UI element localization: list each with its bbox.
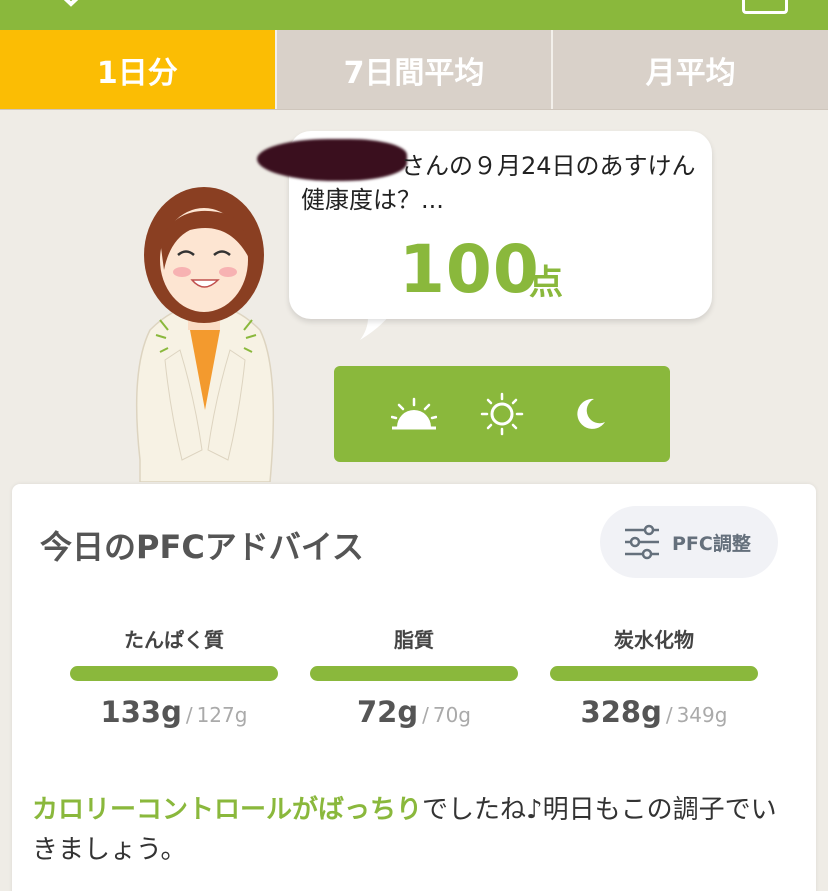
pfc-adjust-label: PFC調整 <box>672 532 751 555</box>
night-button[interactable] <box>565 389 615 439</box>
edit-icon[interactable] <box>742 0 788 14</box>
nutrient-values: 133g/127g <box>70 695 278 729</box>
nutrient-target: 127g <box>196 703 248 727</box>
nutrient-target: 349g <box>676 703 728 727</box>
nutrient-progress-bar <box>310 666 518 681</box>
nutrient-values: 328g/349g <box>550 695 758 729</box>
nutrient-protein: たんぱく質 133g/127g <box>70 624 278 729</box>
score-message: さんの９月24日のあすけん健康度は？... <box>301 152 696 214</box>
nutrient-actual: 133g <box>100 695 182 729</box>
sunrise-icon <box>391 397 437 430</box>
nutrient-name: 脂質 <box>394 628 434 652</box>
advice-highlight: カロリーコントロールがばっちり <box>32 795 423 825</box>
nutrient-values: 72g/70g <box>310 695 518 729</box>
health-score-bubble: さんの９月24日のあすけん健康度は？... 100 点 <box>257 131 712 319</box>
value-separator: / <box>185 703 193 727</box>
sun-icon <box>480 392 524 436</box>
nutrient-actual: 328g <box>580 695 662 729</box>
moon-icon <box>577 398 605 429</box>
value-separator: / <box>665 703 673 727</box>
advisor-character-illustration <box>135 187 275 482</box>
nutrient-target: 70g <box>432 703 472 727</box>
advice-text: カロリーコントロールがばっちりでしたね♪明日もこの調子でいきましょう。 <box>32 790 792 870</box>
value-separator: / <box>422 703 429 727</box>
noon-button[interactable] <box>477 389 527 439</box>
nutrient-name: たんぱく質 <box>124 628 224 652</box>
meal-time-selector <box>334 366 670 462</box>
period-tabs: 1日分 7日間平均 月平均 <box>0 30 828 110</box>
tab-monthly-average[interactable]: 月平均 <box>551 30 828 109</box>
nutrient-name: 炭水化物 <box>614 628 694 652</box>
top-app-bar <box>0 0 828 30</box>
card-title: 今日のPFCアドバイス <box>40 528 364 566</box>
nutrient-progress-bar <box>550 666 758 681</box>
nutrient-progress-bar <box>70 666 278 681</box>
health-score-unit: 点 <box>529 263 563 303</box>
back-arrow-icon[interactable] <box>52 0 90 8</box>
tab-one-day[interactable]: 1日分 <box>0 30 275 109</box>
tab-seven-day-average[interactable]: 7日間平均 <box>274 30 552 109</box>
pfc-adjust-button[interactable]: PFC調整 <box>600 506 778 578</box>
pfc-advice-card: 今日のPFCアドバイス PFC調整 たんぱく質 133g/127g 脂質 72g… <box>12 484 816 891</box>
nutrient-fat: 脂質 72g/70g <box>310 624 518 729</box>
sliders-icon <box>625 524 659 560</box>
health-score-value: 100 <box>399 231 540 308</box>
nutrient-actual: 72g <box>356 695 419 729</box>
nutrient-carbohydrate: 炭水化物 328g/349g <box>550 624 758 729</box>
morning-button[interactable] <box>389 389 439 439</box>
